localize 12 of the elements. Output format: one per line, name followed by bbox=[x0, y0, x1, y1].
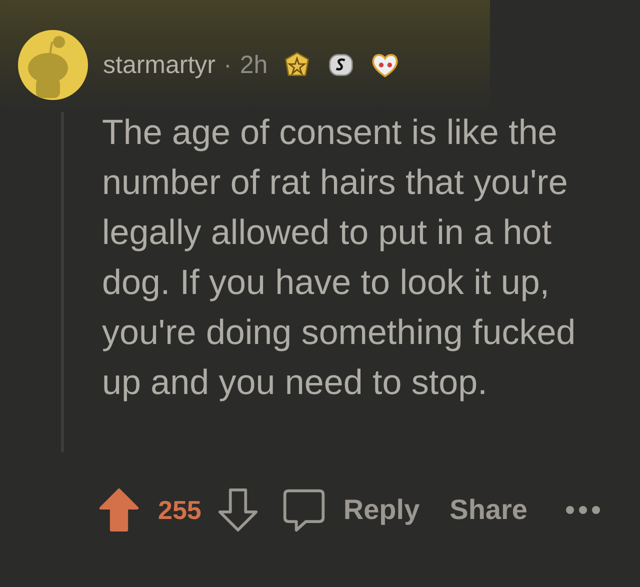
comment-text: The age of consent is like the number of rat hairs that you're legally allowed to put in a hot dog. If you have to look it up, you're doing something fucked up and you need to stop. bbox=[102, 112, 577, 404]
downvote-icon[interactable] bbox=[217, 487, 260, 533]
timestamp: 2h bbox=[240, 50, 268, 80]
upvote-icon[interactable] bbox=[98, 487, 140, 533]
share-button[interactable]: Share bbox=[450, 494, 528, 526]
vote-count: 255 bbox=[158, 494, 202, 526]
reply-button[interactable]: Reply bbox=[343, 494, 420, 526]
separator-dot: · bbox=[224, 50, 232, 80]
more-options-icon[interactable] bbox=[565, 505, 602, 515]
avatar-icon[interactable] bbox=[18, 30, 88, 100]
username[interactable]: starmartyr bbox=[103, 50, 216, 80]
comment-icon[interactable] bbox=[281, 487, 328, 533]
